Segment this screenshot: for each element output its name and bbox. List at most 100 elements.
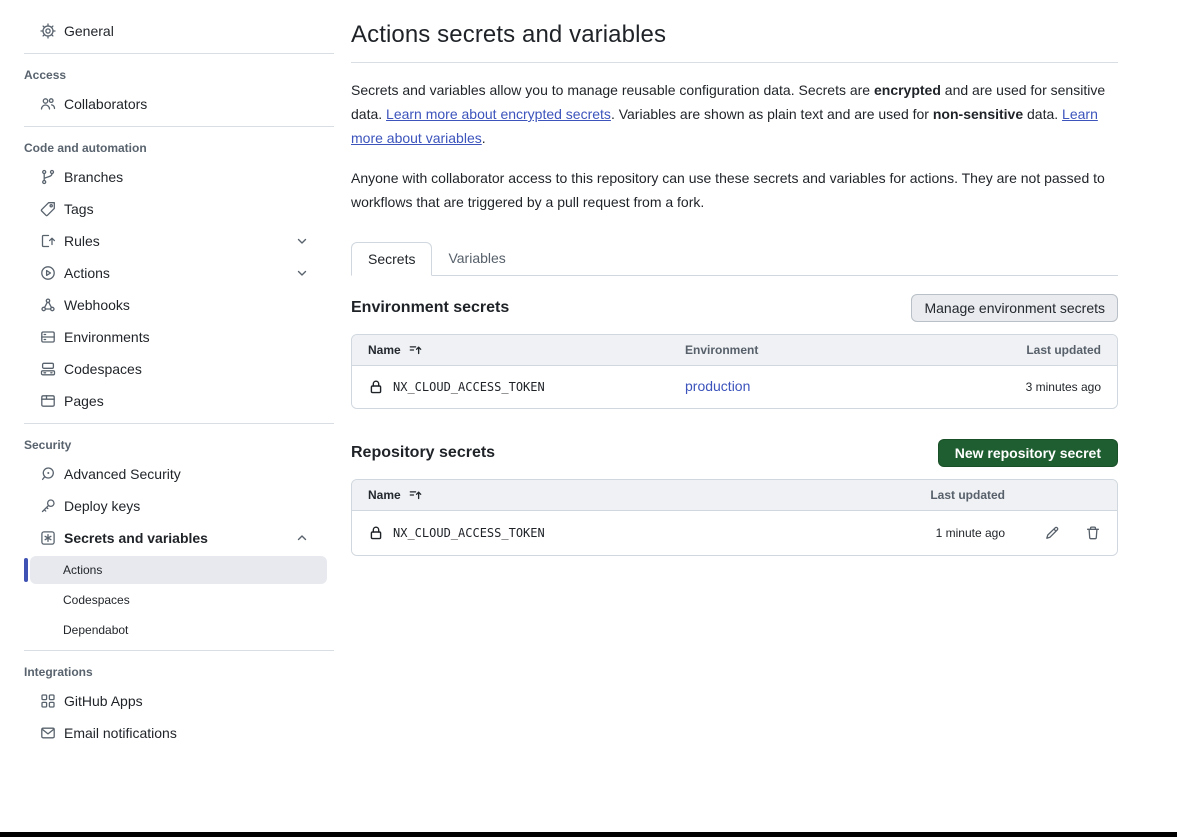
sidebar-item-label: Webhooks <box>64 297 130 313</box>
column-header-last-updated: Last updated <box>885 488 1005 502</box>
sidebar-item-label: Branches <box>64 169 123 185</box>
environment-link[interactable]: production <box>685 378 750 394</box>
rules-icon <box>40 233 56 249</box>
codespaces-icon <box>40 361 56 377</box>
environment-secrets-table-header: Name Environment Last updated <box>352 335 1117 366</box>
manage-environment-secrets-button[interactable]: Manage environment secrets <box>911 294 1118 322</box>
page-title: Actions secrets and variables <box>351 21 1118 49</box>
codescan-icon <box>40 466 56 482</box>
intro-bold-non-sensitive: non-sensitive <box>933 106 1023 122</box>
repository-secrets-heading: Repository secrets <box>351 444 495 462</box>
column-header-last-updated: Last updated <box>915 343 1101 357</box>
sidebar-item-label: General <box>64 23 114 39</box>
sidebar-item-collaborators[interactable]: Collaborators <box>0 88 335 120</box>
sidebar-item-label: Actions <box>64 265 110 281</box>
sidebar-section-security: Security <box>0 430 335 458</box>
sidebar-item-tags[interactable]: Tags <box>0 193 335 225</box>
sidebar-item-codespaces[interactable]: Codespaces <box>0 353 335 385</box>
sidebar-item-webhooks[interactable]: Webhooks <box>0 289 335 321</box>
environment-secrets-table: Name Environment Last updated NX_CLOUD_A… <box>351 334 1118 409</box>
sidebar-item-rules[interactable]: Rules <box>0 225 335 257</box>
trash-icon[interactable] <box>1085 525 1101 541</box>
last-updated-value: 3 minutes ago <box>915 380 1101 394</box>
intro-text: . <box>482 130 486 146</box>
repository-secrets-table-header: Name Last updated <box>352 480 1117 511</box>
intro-text: data. <box>1023 106 1062 122</box>
sidebar-section-integrations: Integrations <box>0 657 335 685</box>
sort-ascending-icon <box>409 488 423 502</box>
chevron-down-icon <box>294 265 310 281</box>
sidebar-item-label: Secrets and variables <box>64 530 208 546</box>
sidebar-item-label: Tags <box>64 201 94 217</box>
intro-text: Secrets and variables allow you to manag… <box>351 82 874 98</box>
sidebar-subitem-dependabot[interactable]: Dependabot <box>30 616 327 644</box>
edit-pencil-icon[interactable] <box>1044 525 1060 541</box>
sidebar-section-code-automation: Code and automation <box>0 133 335 161</box>
intro-paragraph: Secrets and variables allow you to manag… <box>351 78 1118 150</box>
intro-bold-encrypted: encrypted <box>874 82 941 98</box>
sidebar-item-label: Pages <box>64 393 104 409</box>
mail-icon <box>40 725 56 741</box>
sidebar-item-actions[interactable]: Actions <box>0 257 335 289</box>
lock-icon <box>368 379 384 395</box>
column-header-environment: Environment <box>685 343 915 357</box>
sidebar-divider <box>24 650 334 651</box>
sidebar-item-label: Collaborators <box>64 96 147 112</box>
sidebar-item-secrets-and-variables[interactable]: Secrets and variables <box>0 522 335 554</box>
repository-secrets-table: Name Last updated NX_CLOUD_ACCESS_TOKEN … <box>351 479 1118 556</box>
settings-sidebar: General Access Collaborators Code and au… <box>0 0 335 749</box>
chevron-up-icon <box>294 530 310 546</box>
sidebar-item-label: Email notifications <box>64 725 177 741</box>
sidebar-item-general[interactable]: General <box>0 15 335 47</box>
sidebar-section-access: Access <box>0 60 335 88</box>
play-circle-icon <box>40 265 56 281</box>
sidebar-item-deploy-keys[interactable]: Deploy keys <box>0 490 335 522</box>
sidebar-divider <box>24 423 334 424</box>
people-icon <box>40 96 56 112</box>
git-branch-icon <box>40 169 56 185</box>
sidebar-item-label: Environments <box>64 329 150 345</box>
environment-secrets-header: Environment secrets Manage environment s… <box>351 294 1118 322</box>
secret-name: NX_CLOUD_ACCESS_TOKEN <box>393 526 545 540</box>
sidebar-item-email-notifications[interactable]: Email notifications <box>0 717 335 749</box>
sidebar-subitem-actions[interactable]: Actions <box>30 556 327 584</box>
sort-ascending-icon <box>409 343 423 357</box>
column-name-sort[interactable]: Name <box>368 488 885 502</box>
sidebar-subitem-codespaces[interactable]: Codespaces <box>30 586 327 614</box>
sidebar-item-advanced-security[interactable]: Advanced Security <box>0 458 335 490</box>
sidebar-subitem-label: Actions <box>63 563 102 577</box>
tab-secrets[interactable]: Secrets <box>351 242 432 276</box>
tag-icon <box>40 201 56 217</box>
sidebar-item-label: GitHub Apps <box>64 693 143 709</box>
table-row: NX_CLOUD_ACCESS_TOKEN 1 minute ago <box>352 511 1117 555</box>
table-row: NX_CLOUD_ACCESS_TOKEN production 3 minut… <box>352 366 1117 408</box>
server-icon <box>40 329 56 345</box>
sidebar-item-environments[interactable]: Environments <box>0 321 335 353</box>
column-header-name: Name <box>368 488 401 502</box>
lock-icon <box>368 525 384 541</box>
sidebar-item-branches[interactable]: Branches <box>0 161 335 193</box>
row-actions <box>1005 525 1101 541</box>
tab-variables[interactable]: Variables <box>432 242 521 275</box>
chevron-down-icon <box>294 233 310 249</box>
sidebar-subitem-label: Codespaces <box>63 593 130 607</box>
key-asterisk-icon <box>40 530 56 546</box>
secret-name: NX_CLOUD_ACCESS_TOKEN <box>393 380 545 394</box>
sidebar-item-pages[interactable]: Pages <box>0 385 335 417</box>
webhook-icon <box>40 297 56 313</box>
new-repository-secret-button[interactable]: New repository secret <box>938 439 1118 467</box>
sidebar-item-label: Advanced Security <box>64 466 181 482</box>
main-content: Actions secrets and variables Secrets an… <box>351 0 1118 556</box>
secrets-variables-tabs: Secrets Variables <box>351 242 1118 276</box>
secret-name-cell: NX_CLOUD_ACCESS_TOKEN <box>368 379 685 395</box>
sidebar-item-label: Codespaces <box>64 361 142 377</box>
secret-name-cell: NX_CLOUD_ACCESS_TOKEN <box>368 525 885 541</box>
sidebar-item-github-apps[interactable]: GitHub Apps <box>0 685 335 717</box>
intro-text: . Variables are shown as plain text and … <box>611 106 933 122</box>
column-name-sort[interactable]: Name <box>368 343 685 357</box>
gear-icon <box>40 23 56 39</box>
last-updated-value: 1 minute ago <box>885 526 1005 540</box>
repository-secrets-header: Repository secrets New repository secret <box>351 439 1118 467</box>
apps-icon <box>40 693 56 709</box>
learn-more-encrypted-secrets-link[interactable]: Learn more about encrypted secrets <box>386 106 611 122</box>
